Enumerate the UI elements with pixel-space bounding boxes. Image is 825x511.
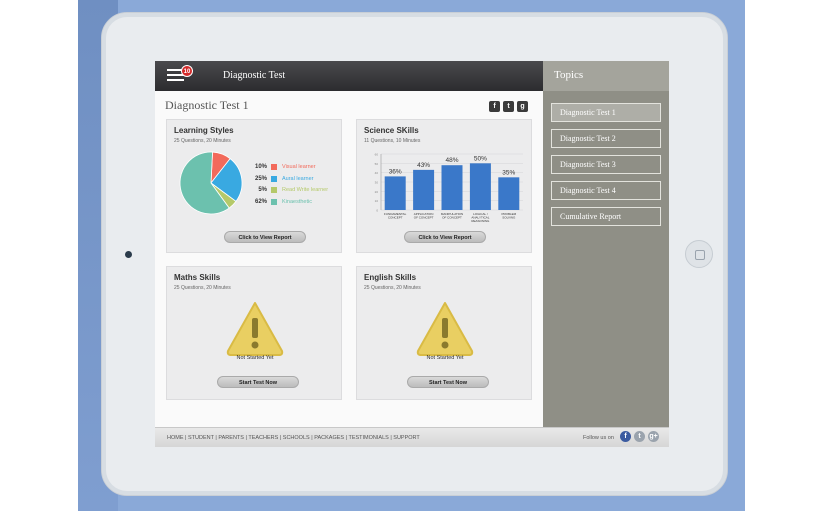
bar-data-label: 48% bbox=[445, 157, 458, 164]
facebook-share-icon[interactable]: f bbox=[489, 101, 500, 112]
sidebar-item-cumulative-report[interactable]: Cumulative Report bbox=[551, 207, 661, 226]
english-skills-card: English Skills 25 Questions, 20 Minutes … bbox=[356, 266, 532, 400]
footer-link-testimonials[interactable]: TESTIMONIALS bbox=[348, 435, 388, 441]
y-tick-label: 20 bbox=[375, 190, 379, 194]
y-tick-label: 30 bbox=[375, 181, 379, 185]
footer-link-student[interactable]: STUDENT bbox=[188, 435, 214, 441]
status-label: Not Started Yet bbox=[426, 355, 464, 361]
bar-data-label: 35% bbox=[502, 169, 515, 176]
bar bbox=[384, 176, 406, 210]
tablet-camera bbox=[125, 251, 132, 258]
sidebar-item-diagnostic-test-1[interactable]: Diagnostic Test 1 bbox=[551, 103, 661, 122]
legend-swatch bbox=[271, 164, 277, 170]
y-tick-label: 0 bbox=[376, 209, 378, 213]
bar bbox=[469, 163, 491, 210]
x-category-label: OF CONCEPT bbox=[442, 216, 462, 220]
sidebar-item-diagnostic-test-3[interactable]: Diagnostic Test 3 bbox=[551, 155, 661, 174]
app-title: Diagnostic Test bbox=[223, 70, 286, 81]
legend-pct: 5% bbox=[258, 187, 267, 193]
legend-pct: 10% bbox=[254, 164, 267, 170]
sidebar-item-diagnostic-test-2[interactable]: Diagnostic Test 2 bbox=[551, 129, 661, 148]
y-tick-label: 60 bbox=[375, 153, 379, 157]
top-bar: 10 Diagnostic Test bbox=[155, 61, 543, 91]
topics-sidebar: Topics Diagnostic Test 1 Diagnostic Test… bbox=[543, 61, 669, 447]
google-share-icon[interactable]: g bbox=[517, 101, 528, 112]
tablet-home-button[interactable] bbox=[685, 240, 713, 268]
sidebar-title: Topics bbox=[554, 69, 584, 81]
sidebar-header: Topics bbox=[543, 61, 669, 91]
bar bbox=[413, 169, 435, 210]
footer-link-teachers[interactable]: TEACHERS bbox=[248, 435, 278, 441]
legend-label: Read Write learner bbox=[282, 187, 329, 193]
status-label: Not Started Yet bbox=[236, 355, 274, 361]
sidebar-item-diagnostic-test-4[interactable]: Diagnostic Test 4 bbox=[551, 181, 661, 200]
x-category-label: CONCEPT bbox=[388, 216, 403, 220]
start-test-button[interactable]: Start Test Now bbox=[217, 376, 299, 388]
legend-swatch bbox=[271, 187, 277, 193]
follow-label: Follow us on bbox=[583, 435, 614, 441]
footer-link-parents[interactable]: PARENTS bbox=[218, 435, 244, 441]
bar-data-label: 50% bbox=[474, 155, 487, 162]
bar bbox=[441, 165, 463, 210]
view-report-button[interactable]: Click to View Report bbox=[224, 231, 306, 243]
x-category-label: REASONING bbox=[471, 219, 490, 223]
legend-pct: 62% bbox=[254, 199, 267, 205]
footer-link-support[interactable]: SUPPORT bbox=[393, 435, 420, 441]
footer-link-packages[interactable]: PACKAGES bbox=[314, 435, 344, 441]
footer-link-home[interactable]: HOME bbox=[167, 435, 184, 441]
x-category-label: SOLVING bbox=[502, 216, 516, 220]
legend-swatch bbox=[271, 176, 277, 182]
x-category-label: OF CONCEPT bbox=[414, 216, 434, 220]
bar bbox=[498, 177, 520, 210]
notification-badge[interactable]: 10 bbox=[181, 65, 193, 77]
page-title: Diagnostic Test 1 bbox=[165, 98, 249, 112]
google-plus-icon[interactable]: g+ bbox=[648, 431, 659, 442]
legend-swatch bbox=[271, 199, 277, 205]
bar-data-label: 43% bbox=[417, 162, 430, 169]
app-screen: 10 Diagnostic Test Topics Diagnostic Tes… bbox=[155, 61, 669, 447]
twitter-share-icon[interactable]: t bbox=[503, 101, 514, 112]
view-report-button[interactable]: Click to View Report bbox=[404, 231, 486, 243]
learning-styles-card: Learning Styles 25 Questions, 20 Minutes… bbox=[166, 119, 342, 253]
y-tick-label: 50 bbox=[375, 162, 379, 166]
bar-data-label: 36% bbox=[389, 168, 402, 175]
footer: HOME | STUDENT | PARENTS | TEACHERS | SC… bbox=[155, 427, 669, 447]
y-tick-label: 40 bbox=[375, 171, 379, 175]
science-skills-card: Science SKills 11 Questions, 10 Minutes … bbox=[356, 119, 532, 253]
twitter-icon[interactable]: t bbox=[634, 431, 645, 442]
y-tick-label: 10 bbox=[375, 199, 379, 203]
legend-label: Aural learner bbox=[282, 176, 314, 182]
footer-nav: HOME | STUDENT | PARENTS | TEACHERS | SC… bbox=[167, 435, 420, 441]
legend-pct: 25% bbox=[254, 176, 267, 182]
start-test-button[interactable]: Start Test Now bbox=[407, 376, 489, 388]
legend-label: Kinaesthetic bbox=[282, 199, 312, 205]
maths-skills-card: Maths Skills 25 Questions, 20 Minutes No… bbox=[166, 266, 342, 400]
facebook-icon[interactable]: f bbox=[620, 431, 631, 442]
footer-link-schools[interactable]: SCHOOLS bbox=[283, 435, 310, 441]
legend-label: Visual learner bbox=[282, 164, 316, 170]
